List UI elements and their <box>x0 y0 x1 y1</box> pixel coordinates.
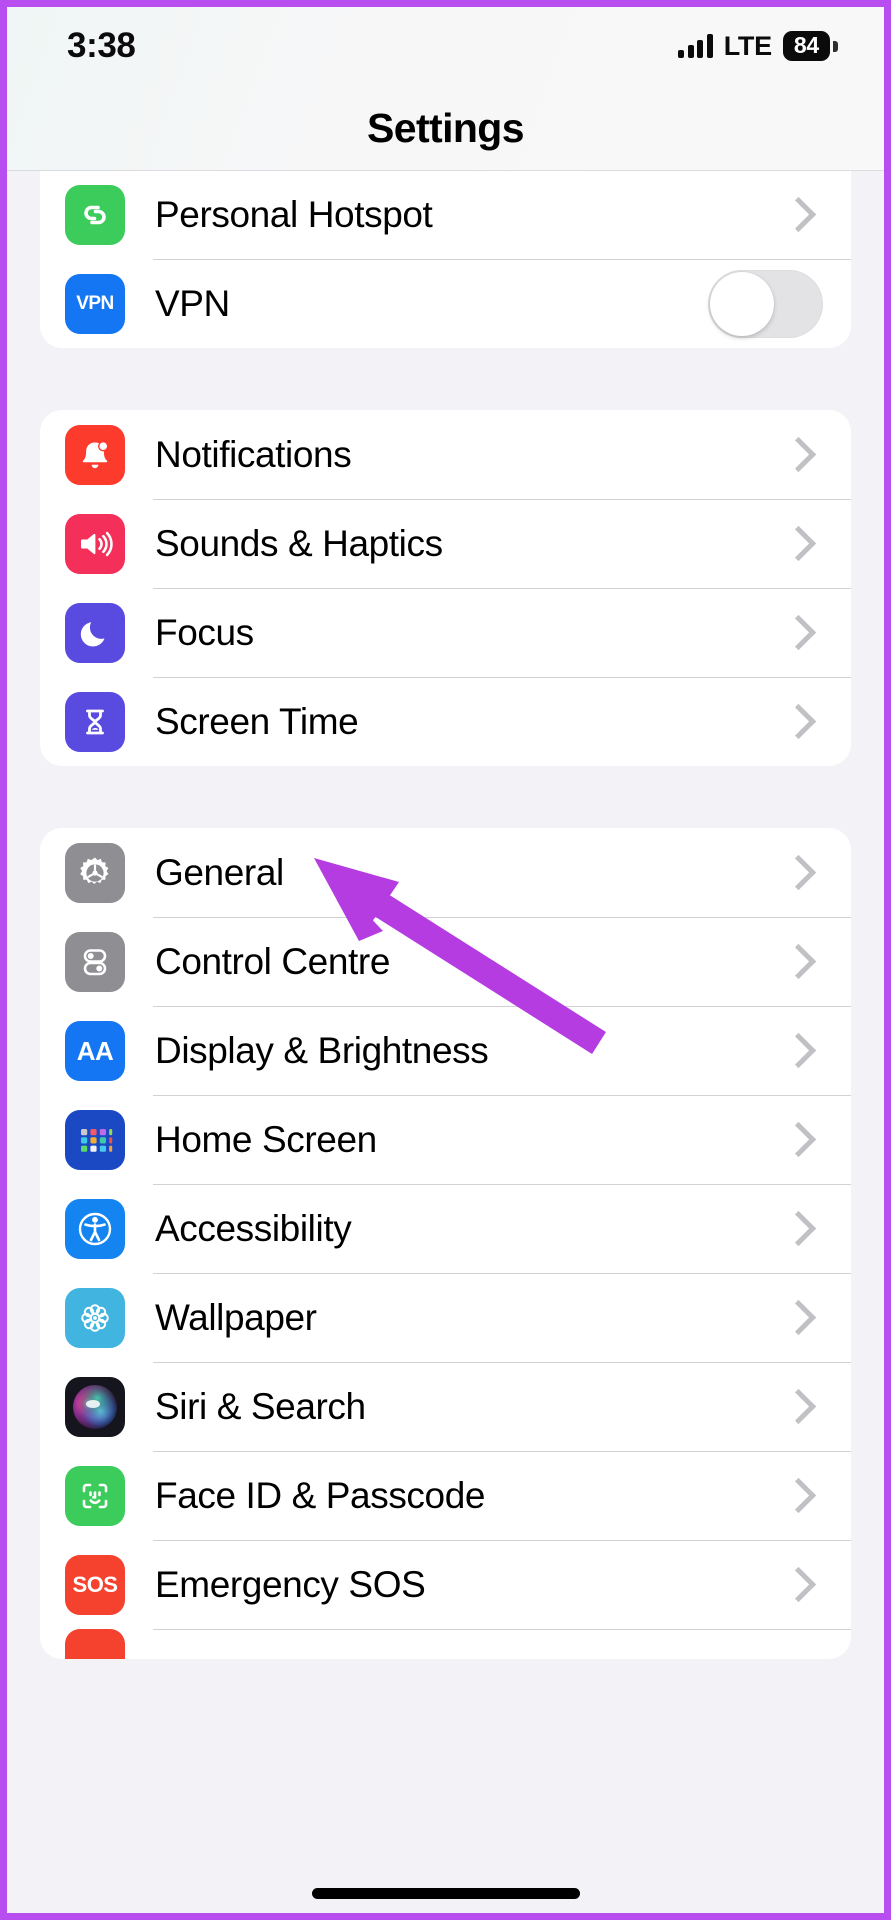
navigation-bar: 3:38 LTE 84 Settings <box>7 7 884 171</box>
emergency-sos-icon: SOS <box>65 1554 125 1615</box>
sidebar-item-label: Personal Hotspot <box>155 193 433 235</box>
home-indicator <box>311 1888 580 1899</box>
chevron-right-icon <box>780 436 817 473</box>
sidebar-item-label: Notifications <box>155 433 352 475</box>
settings-group-connectivity: Personal Hotspot VPN VPN <box>40 170 851 348</box>
focus-moon-icon <box>65 602 125 663</box>
sidebar-item-emergency-sos[interactable]: SOS Emergency SOS <box>40 1540 851 1629</box>
battery-indicator: 84 <box>782 31 838 61</box>
chevron-right-icon <box>780 703 817 740</box>
sidebar-item-accessibility[interactable]: Accessibility <box>40 1184 851 1273</box>
sidebar-item-home-screen[interactable]: Home Screen <box>40 1095 851 1184</box>
sidebar-item-sounds-haptics[interactable]: Sounds & Haptics <box>40 499 851 588</box>
status-bar-clock: 3:38 <box>67 26 136 65</box>
general-gear-icon <box>65 842 125 903</box>
sidebar-item-control-centre[interactable]: Control Centre <box>40 917 851 1006</box>
sidebar-item-label: Emergency SOS <box>155 1563 426 1605</box>
status-bar: 3:38 LTE 84 <box>7 7 884 85</box>
sidebar-item-label: Control Centre <box>155 940 391 982</box>
sidebar-item-label: Screen Time <box>155 700 359 742</box>
status-bar-indicators: LTE 84 <box>678 31 838 62</box>
wallpaper-flower-icon <box>65 1287 125 1348</box>
screen-time-hourglass-icon <box>65 691 125 752</box>
iphone-screen: 3:38 LTE 84 Settings Personal Hotspot VP… <box>0 0 891 1920</box>
chevron-right-icon <box>780 196 817 233</box>
sidebar-item-label: Accessibility <box>155 1207 352 1249</box>
chevron-right-icon <box>780 1032 817 1069</box>
sidebar-item-label: Display & Brightness <box>155 1029 489 1071</box>
list-item[interactable] <box>40 1629 851 1659</box>
battery-nub-icon <box>833 40 838 52</box>
sidebar-item-notifications[interactable]: Notifications <box>40 410 851 499</box>
page-title: Settings <box>367 105 525 151</box>
siri-orb-icon <box>65 1376 125 1437</box>
sidebar-item-screen-time[interactable]: Screen Time <box>40 677 851 766</box>
sidebar-item-label: General <box>155 851 284 893</box>
sidebar-item-wallpaper[interactable]: Wallpaper <box>40 1273 851 1362</box>
vpn-toggle[interactable] <box>708 269 823 338</box>
sidebar-item-face-id-passcode[interactable]: Face ID & Passcode <box>40 1451 851 1540</box>
sidebar-item-label: Sounds & Haptics <box>155 522 443 564</box>
battery-percent-label: 84 <box>782 31 830 61</box>
chevron-right-icon <box>780 525 817 562</box>
settings-group-alerts: Notifications Sounds & Haptics Focus Scr… <box>40 410 851 766</box>
sidebar-item-focus[interactable]: Focus <box>40 588 851 677</box>
sidebar-item-label: Home Screen <box>155 1118 377 1160</box>
chevron-right-icon <box>780 943 817 980</box>
home-screen-grid-icon <box>65 1109 125 1170</box>
emergency-sos-icon-label: SOS <box>72 1571 118 1597</box>
vpn-icon: VPN <box>65 273 125 334</box>
sidebar-item-label: VPN <box>155 282 230 324</box>
settings-group-system: General Control Centre AA Display & Brig… <box>40 828 851 1659</box>
sidebar-item-label: Wallpaper <box>155 1296 317 1338</box>
toggle-knob <box>710 271 774 336</box>
cellular-signal-icon <box>678 34 713 58</box>
display-brightness-icon-label: AA <box>76 1035 114 1066</box>
chevron-right-icon <box>780 1388 817 1425</box>
vpn-icon-label: VPN <box>76 293 114 314</box>
chevron-right-icon <box>780 854 817 891</box>
personal-hotspot-icon <box>65 184 125 245</box>
sidebar-item-label: Siri & Search <box>155 1385 366 1427</box>
chevron-right-icon <box>780 1121 817 1158</box>
sounds-haptics-speaker-icon <box>65 513 125 574</box>
sidebar-item-vpn[interactable]: VPN VPN <box>40 259 851 348</box>
sidebar-item-personal-hotspot[interactable]: Personal Hotspot <box>40 170 851 259</box>
chevron-right-icon <box>780 1477 817 1514</box>
chevron-right-icon <box>780 1299 817 1336</box>
sidebar-item-display-brightness[interactable]: AA Display & Brightness <box>40 1006 851 1095</box>
chevron-right-icon <box>780 614 817 651</box>
accessibility-icon <box>65 1198 125 1259</box>
sidebar-item-label: Focus <box>155 611 254 653</box>
face-id-icon <box>65 1465 125 1526</box>
control-centre-sliders-icon <box>65 931 125 992</box>
chevron-right-icon <box>780 1210 817 1247</box>
display-brightness-icon: AA <box>65 1020 125 1081</box>
chevron-right-icon <box>780 1566 817 1603</box>
sidebar-item-label: Face ID & Passcode <box>155 1474 486 1516</box>
sidebar-item-siri-search[interactable]: Siri & Search <box>40 1362 851 1451</box>
network-type-label: LTE <box>723 30 772 61</box>
partial-next-item-icon <box>65 1629 125 1659</box>
sidebar-item-general[interactable]: General <box>40 828 851 917</box>
settings-list[interactable]: Personal Hotspot VPN VPN Notifications S… <box>7 170 884 1913</box>
notifications-bell-icon <box>65 424 125 485</box>
